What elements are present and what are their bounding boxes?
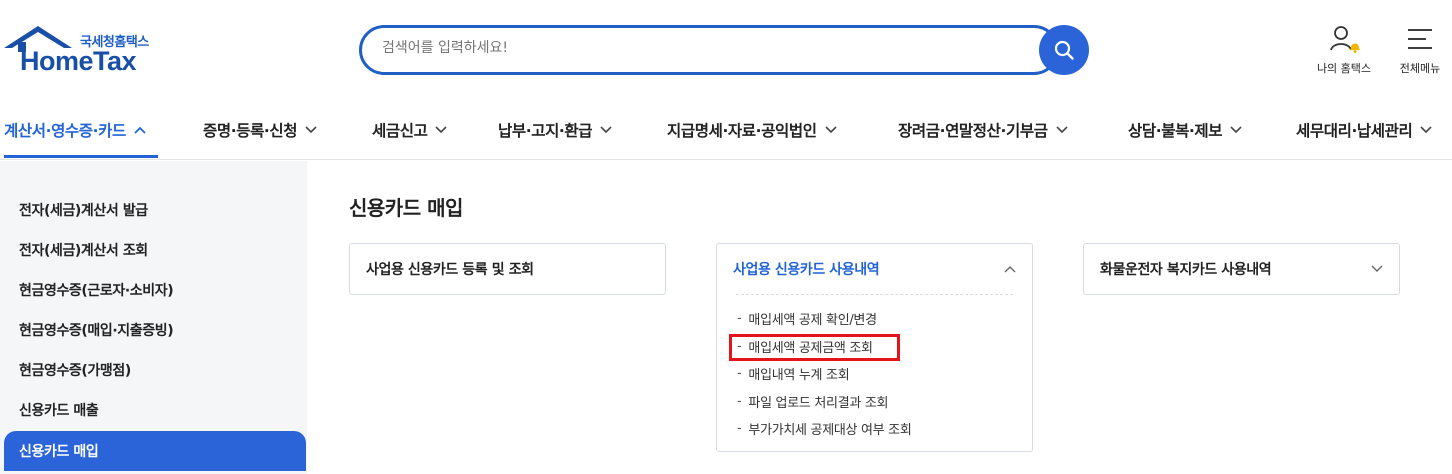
sidebar-item-credit-card-sales[interactable]: 신용카드 매출 xyxy=(4,390,306,430)
card-business-card-usage: 사업용 신용카드 사용내역 - 매입세액 공제 확인/변경 - 매입세액 공제금액 … xyxy=(716,243,1033,452)
chevron-down-icon xyxy=(305,126,317,134)
sidebar-item-label: 현금영수증(매입·지출증빙) xyxy=(19,323,174,339)
sub-item-deduction-confirm[interactable]: - 매입세액 공제 확인/변경 xyxy=(737,305,1032,333)
active-nav-underline xyxy=(4,155,158,158)
nav-item-certificate[interactable]: 증명·등록·신청 xyxy=(203,100,317,160)
chevron-down-icon xyxy=(1230,126,1242,134)
highlight-box xyxy=(729,333,900,361)
nav-item-label: 납부·고지·환급 xyxy=(498,122,593,140)
hometax-logo[interactable]: 국세청홈택스 HomeTax xyxy=(4,22,164,78)
sub-item-label: 매입내역 누계 조회 xyxy=(748,368,850,384)
top-navigation: 계산서·영수증·카드 증명·등록·신청 세금신고 납부·고지·환급 지급명세·자… xyxy=(0,100,1452,160)
sidebar-item-label: 현금영수증(가맹점) xyxy=(19,363,131,379)
search-box xyxy=(359,25,1059,75)
chevron-down-icon xyxy=(825,126,837,134)
chevron-down-icon[interactable] xyxy=(1371,265,1383,273)
sub-item-cumulative-inquiry[interactable]: - 매입내역 누계 조회 xyxy=(737,360,1032,388)
chevron-up-icon xyxy=(134,126,146,134)
sub-item-vat-deduction-eligibility[interactable]: - 부가가치세 공제대상 여부 조회 xyxy=(737,415,1032,443)
chevron-down-icon xyxy=(435,126,448,134)
sub-menu-list: - 매입세액 공제 확인/변경 - 매입세액 공제금액 조회 - 매입내역 누계 조회… xyxy=(717,295,1032,451)
nav-item-invoice-receipt-card[interactable]: 계산서·영수증·카드 xyxy=(4,100,146,160)
search-icon xyxy=(1054,40,1074,60)
card-title: 사업용 신용카드 등록 및 조회 xyxy=(366,262,534,278)
sub-item-deduction-amount-inquiry[interactable]: - 매입세액 공제금액 조회 xyxy=(729,333,1032,361)
card-business-card-registration[interactable]: 사업용 신용카드 등록 및 조회 xyxy=(349,243,666,295)
sub-item-label: 파일 업로드 처리결과 조회 xyxy=(748,395,889,411)
card-header[interactable]: 사업용 신용카드 사용내역 xyxy=(717,244,1032,294)
sidebar-item-credit-card-purchase[interactable]: 신용카드 매입 xyxy=(4,431,306,471)
sidebar-item-cash-receipt-consumer[interactable]: 현금영수증(근로자·소비자) xyxy=(4,270,306,310)
nav-item-tax-agent[interactable]: 세무대리·납세관리 xyxy=(1296,100,1432,160)
my-hometax-label: 나의 홈택스 xyxy=(1316,62,1372,75)
sub-item-label: 매입세액 공제 확인/변경 xyxy=(748,313,877,329)
sidebar-item-cash-receipt-purchase[interactable]: 현금영수증(매입·지출증빙) xyxy=(4,310,306,350)
sidebar-item-einvoice-issue[interactable]: 전자(세금)계산서 발급 xyxy=(4,190,306,230)
nav-item-payment[interactable]: 납부·고지·환급 xyxy=(498,100,612,160)
sidebar: 전자(세금)계산서 발급 전자(세금)계산서 조회 현금영수증(근로자·소비자)… xyxy=(0,161,307,474)
sub-item-label: 부가가치세 공제대상 여부 조회 xyxy=(748,423,912,439)
nav-item-label: 계산서·영수증·카드 xyxy=(4,122,126,140)
nav-item-label: 장려금·연말정산·기부금 xyxy=(898,122,1048,140)
sub-item-file-upload-result[interactable]: - 파일 업로드 처리결과 조회 xyxy=(737,388,1032,416)
sidebar-item-label: 전자(세금)계산서 조회 xyxy=(19,243,148,259)
card-title: 사업용 신용카드 사용내역 xyxy=(733,262,880,278)
sidebar-item-einvoice-inquiry[interactable]: 전자(세금)계산서 조회 xyxy=(4,230,306,270)
all-menu-label: 전체메뉴 xyxy=(1399,62,1441,75)
nav-item-consult[interactable]: 상담·불복·제보 xyxy=(1128,100,1242,160)
chevron-up-icon[interactable] xyxy=(1004,265,1016,273)
chevron-down-icon xyxy=(1420,126,1432,134)
nav-item-label: 상담·불복·제보 xyxy=(1128,122,1223,140)
nav-item-label: 세무대리·납세관리 xyxy=(1296,122,1413,140)
my-hometax-button[interactable]: 나의 홈택스 xyxy=(1311,24,1377,76)
nav-item-incentive[interactable]: 장려금·연말정산·기부금 xyxy=(898,100,1068,160)
card-freight-driver-card[interactable]: 화물운전자 복지카드 사용내역 xyxy=(1083,243,1400,295)
header: 국세청홈택스 HomeTax 나의 홈택스 xyxy=(0,0,1452,100)
nav-item-label: 증명·등록·신청 xyxy=(203,122,298,140)
sidebar-item-label: 신용카드 매출 xyxy=(19,403,99,419)
card-title: 화물운전자 복지카드 사용내역 xyxy=(1100,262,1272,278)
chevron-down-icon xyxy=(1056,126,1068,134)
search-input[interactable] xyxy=(382,40,1022,56)
sidebar-item-label: 신용카드 매입 xyxy=(19,444,99,460)
search-button[interactable] xyxy=(1039,25,1089,75)
sidebar-item-label: 현금영수증(근로자·소비자) xyxy=(19,283,174,299)
chevron-down-icon xyxy=(600,126,612,134)
nav-item-label: 세금신고 xyxy=(372,122,428,140)
sidebar-item-cash-receipt-merchant[interactable]: 현금영수증(가맹점) xyxy=(4,350,306,390)
hamburger-menu-icon xyxy=(1408,29,1432,49)
user-bell-icon xyxy=(1330,26,1360,53)
logo-title: HomeTax xyxy=(20,46,137,76)
all-menu-button[interactable]: 전체메뉴 xyxy=(1394,24,1446,76)
sidebar-item-label: 전자(세금)계산서 발급 xyxy=(19,203,148,219)
card-header[interactable]: 사업용 신용카드 등록 및 조회 xyxy=(350,244,665,294)
page-title: 신용카드 매입 xyxy=(349,196,463,220)
nav-item-label: 지급명세·자료·공익법인 xyxy=(667,122,817,140)
card-header[interactable]: 화물운전자 복지카드 사용내역 xyxy=(1084,244,1399,294)
nav-item-tax-return[interactable]: 세금신고 xyxy=(372,100,448,160)
nav-item-payment-statement[interactable]: 지급명세·자료·공익법인 xyxy=(667,100,837,160)
